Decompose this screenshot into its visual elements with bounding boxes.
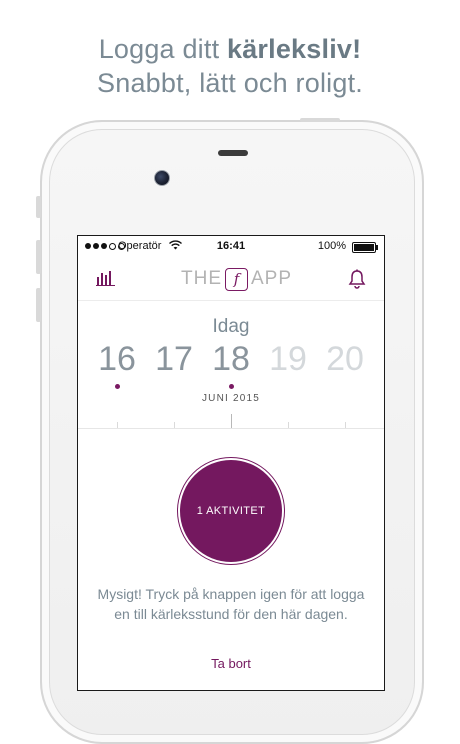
phone-camera: [154, 170, 170, 186]
headline-line2: Snabbt, lätt och roligt.: [97, 68, 363, 98]
nav-bar: THE f APP: [78, 258, 384, 301]
headline-text: Logga ditt: [98, 34, 227, 64]
activity-message: Mysigt! Tryck på knappen igen för att lo…: [97, 586, 365, 622]
date-item[interactable]: 20: [320, 340, 370, 379]
logo-mark: f: [225, 267, 248, 291]
date-strip[interactable]: 16 17 18 19 20: [78, 340, 384, 380]
date-ruler[interactable]: [78, 412, 384, 429]
headline-line1: Logga ditt kärleksliv!: [0, 34, 460, 65]
phone-volume-down: [36, 288, 41, 322]
app-logo: THE f APP: [181, 267, 292, 291]
battery-percentage: 100%: [317, 240, 346, 252]
logged-marker: [115, 384, 120, 389]
logged-marker: [229, 384, 234, 389]
month-label: JUNI 2015: [201, 393, 261, 404]
logo-word-app: APP: [251, 268, 293, 289]
phone-power-button: [300, 118, 340, 122]
phone-volume-up: [36, 240, 41, 274]
logo-word-the: THE: [181, 268, 222, 289]
activity-log-button[interactable]: 1 AKTIVITET: [180, 460, 282, 562]
bell-icon[interactable]: [348, 269, 366, 294]
remove-link[interactable]: Ta bort: [78, 656, 384, 671]
date-item[interactable]: 16: [92, 340, 142, 379]
battery-icon: [352, 242, 378, 253]
today-label: Idag: [212, 316, 250, 337]
status-bar: Operatör 16:41 100%: [78, 236, 384, 258]
date-item-selected[interactable]: 18: [206, 340, 256, 379]
app-screen: Operatör 16:41 100% THE f APP Idag 16 17…: [78, 236, 384, 690]
bar-chart-icon[interactable]: [96, 270, 116, 291]
phone-speaker: [218, 150, 248, 156]
date-item[interactable]: 17: [149, 340, 199, 379]
headline-emphasis: kärleksliv!: [227, 34, 362, 64]
date-item[interactable]: 19: [263, 340, 313, 379]
phone-mute-switch: [36, 196, 41, 218]
